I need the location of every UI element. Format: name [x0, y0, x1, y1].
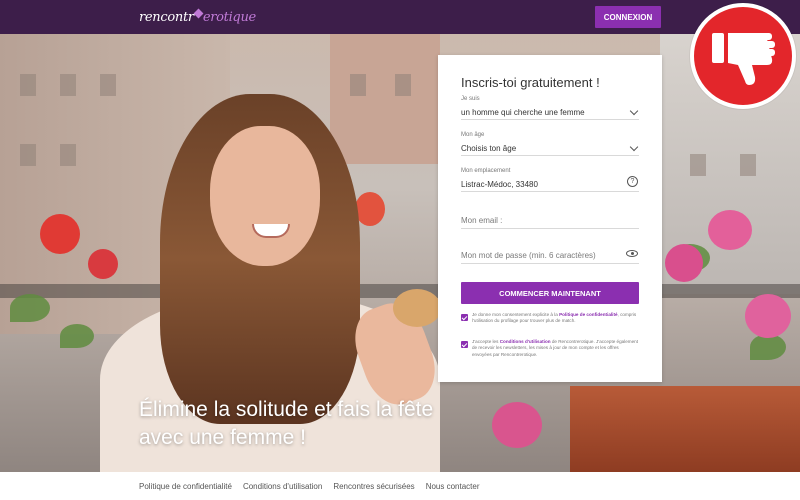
building-window [100, 74, 116, 96]
leaf [10, 294, 50, 322]
footer-link-contact[interactable]: Nous contacter [426, 482, 480, 491]
location-value: Listrac-Médoc, 33480 [461, 180, 538, 189]
terms-consent: J'accepte les Conditions d'utilisation d… [461, 339, 639, 358]
building-window [395, 74, 411, 96]
email-placeholder: Mon email : [461, 216, 503, 225]
iam-value: un homme qui cherche une femme [461, 108, 585, 117]
privacy-consent-text: Je donne mon consentement explicite à la… [472, 312, 639, 325]
building-window [20, 74, 36, 96]
terms-link[interactable]: Conditions d'utilisation [500, 339, 551, 344]
privacy-policy-link[interactable]: Politique de confidentialité [559, 312, 617, 317]
pink-flower [745, 294, 791, 338]
age-label: Mon âge [461, 132, 485, 138]
building-window [350, 74, 366, 96]
consent-text-before: J'accepte les [472, 339, 499, 344]
signup-title: Inscris-toi gratuitement ! [461, 75, 600, 90]
privacy-checkbox[interactable] [461, 314, 468, 321]
red-flower [88, 249, 118, 279]
start-now-button[interactable]: COMMENCER MAINTENANT [461, 282, 639, 304]
pink-flower [492, 402, 542, 448]
rating-badge [690, 3, 796, 109]
red-flower [40, 214, 80, 254]
terms-checkbox[interactable] [461, 341, 468, 348]
background-building [330, 34, 440, 164]
red-flower [355, 192, 385, 226]
password-placeholder: Mon mot de passe (min. 6 caractères) [461, 251, 596, 260]
pink-flower [665, 244, 703, 282]
flower-planter [570, 386, 800, 472]
help-icon[interactable]: ? [627, 176, 638, 187]
consent-text-before: Je donne mon consentement explicite à la [472, 312, 558, 317]
email-field[interactable]: Mon email : [461, 214, 639, 229]
age-select[interactable]: Mon âge Choisis ton âge [461, 132, 639, 156]
building-window [690, 154, 706, 176]
croissant [393, 289, 441, 327]
thumbs-down-icon [712, 33, 775, 85]
logo-text-part2: erotique [202, 9, 256, 25]
iam-select[interactable]: Je suis un homme qui cherche une femme [461, 96, 639, 120]
building-window [60, 74, 76, 96]
leaf [60, 324, 94, 348]
signup-card: Inscris-toi gratuitement ! Je suis un ho… [438, 55, 662, 382]
privacy-consent: Je donne mon consentement explicite à la… [461, 312, 639, 325]
password-field[interactable]: Mon mot de passe (min. 6 caractères) [461, 249, 639, 264]
footer: Politique de confidentialité Conditions … [0, 472, 800, 500]
eye-icon[interactable] [626, 250, 638, 257]
heart-icon [193, 8, 204, 18]
building-window [740, 154, 756, 176]
building-window [60, 144, 76, 166]
woman-face [210, 126, 320, 266]
age-value: Choisis ton âge [461, 144, 517, 153]
terms-consent-text: J'accepte les Conditions d'utilisation d… [472, 339, 639, 358]
pink-flower [708, 210, 752, 250]
top-header: rencontr erotique CONNEXION [0, 0, 800, 34]
iam-label: Je suis [461, 96, 480, 102]
footer-link-terms[interactable]: Conditions d'utilisation [243, 482, 322, 491]
hero-headline: Élimine la solitude et fais la fête avec… [139, 398, 434, 449]
site-logo[interactable]: rencontr erotique [139, 6, 256, 28]
login-button[interactable]: CONNEXION [595, 6, 661, 28]
footer-link-privacy[interactable]: Politique de confidentialité [139, 482, 232, 491]
location-label: Mon emplacement [461, 168, 511, 174]
building-window [20, 144, 36, 166]
location-field[interactable]: Mon emplacement Listrac-Médoc, 33480 ? [461, 168, 639, 192]
logo-text-part1: rencontr [139, 9, 194, 25]
footer-link-safety[interactable]: Rencontres sécurisées [333, 482, 414, 491]
hero-background-image: Élimine la solitude et fais la fête avec… [0, 34, 800, 472]
